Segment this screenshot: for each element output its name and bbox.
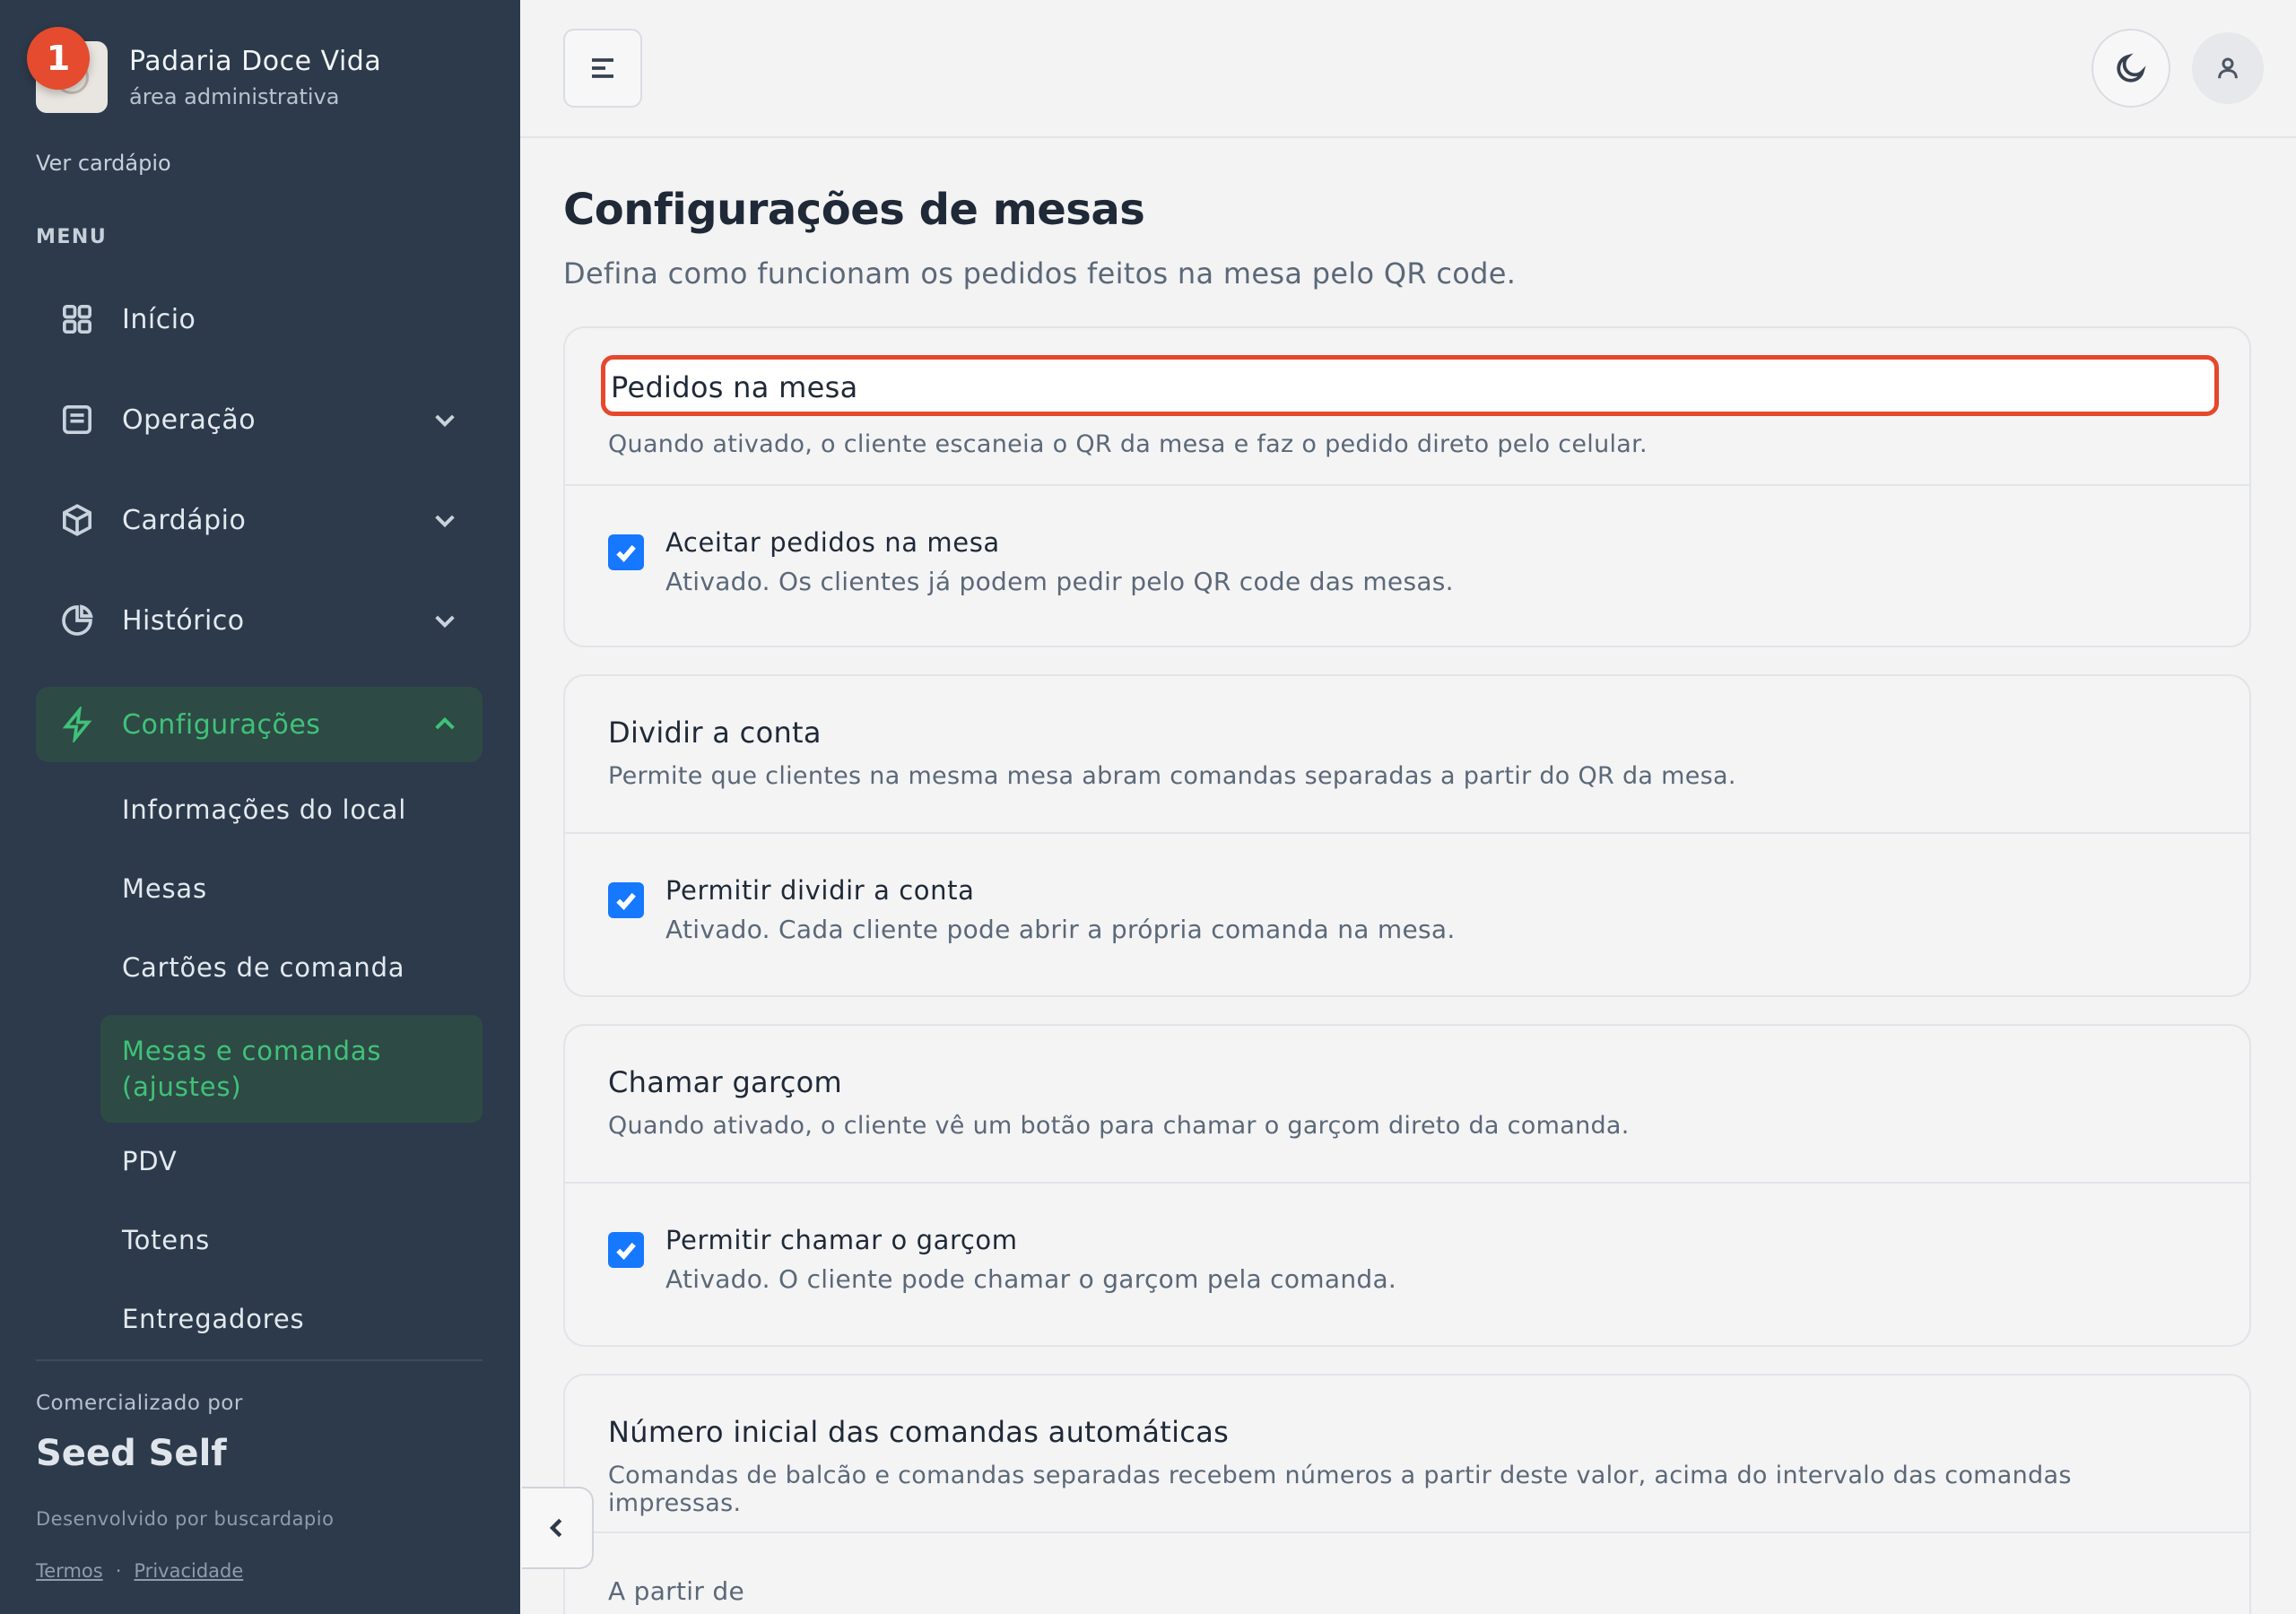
view-menu-link[interactable]: Ver cardápio bbox=[36, 151, 171, 176]
brand-name: Padaria Doce Vida bbox=[129, 45, 382, 77]
option-title: Permitir chamar o garçom bbox=[665, 1225, 1018, 1255]
box-icon bbox=[57, 500, 97, 540]
sidebar-item-configuracoes[interactable]: Configurações bbox=[36, 687, 483, 762]
subnav-totens[interactable]: Totens bbox=[100, 1225, 483, 1255]
developed-by-label: Desenvolvido por buscardapio bbox=[36, 1508, 335, 1530]
card-title: Dividir a conta bbox=[608, 716, 822, 750]
bolt-icon bbox=[57, 705, 97, 744]
subnav-cartoes-comanda[interactable]: Cartões de comanda bbox=[100, 952, 483, 983]
sidebar-item-label: Operação bbox=[122, 404, 257, 436]
menu-icon bbox=[592, 58, 613, 78]
subnav-mesas-comandas-ajustes[interactable]: Mesas e comandas (ajustes) bbox=[100, 1015, 483, 1123]
grid-icon bbox=[57, 299, 97, 339]
user-icon bbox=[2218, 57, 2238, 79]
card-header: Pedidos na mesa Quando ativado, o client… bbox=[565, 328, 2249, 486]
option-description: Ativado. O cliente pode chamar o garçom … bbox=[665, 1264, 1397, 1294]
card-body: Aceitar pedidos na mesa Ativado. Os clie… bbox=[565, 486, 2249, 596]
card-body: A partir de bbox=[565, 1533, 2249, 1606]
card-description: Permite que clientes na mesma mesa abram… bbox=[608, 762, 1736, 790]
card-header: Chamar garçom Quando ativado, o cliente … bbox=[565, 1026, 2249, 1184]
option-description: Ativado. Os clientes já podem pedir pelo… bbox=[665, 567, 1454, 596]
sidebar-item-label: Configurações bbox=[122, 708, 321, 741]
list-icon bbox=[57, 400, 97, 439]
card-description: Comandas de balcão e comandas separadas … bbox=[608, 1462, 2072, 1517]
card-pedidos-mesa: Pedidos na mesa Quando ativado, o client… bbox=[563, 326, 2251, 647]
option-title: Aceitar pedidos na mesa bbox=[665, 527, 1000, 558]
footer-separator: · bbox=[115, 1560, 122, 1582]
split-bill-checkbox[interactable] bbox=[608, 882, 644, 918]
chevron-down-icon bbox=[430, 506, 459, 534]
card-numero-inicial-comandas: Número inicial das comandas automáticas … bbox=[563, 1374, 2251, 1614]
menu-section-label: MENU bbox=[36, 226, 108, 248]
sidebar-item-historico[interactable]: Histórico bbox=[36, 583, 483, 658]
highlighted-title-field[interactable]: Pedidos na mesa bbox=[601, 355, 2219, 416]
card-title: Número inicial das comandas automáticas bbox=[608, 1415, 1230, 1449]
chevron-up-icon bbox=[430, 710, 459, 739]
subnav-entregadores[interactable]: Entregadores bbox=[100, 1304, 483, 1334]
sidebar-item-label: Histórico bbox=[122, 604, 245, 637]
sidebar-item-inicio[interactable]: Início bbox=[36, 282, 483, 357]
accept-orders-checkbox[interactable] bbox=[608, 534, 644, 570]
sidebar-item-operacao[interactable]: Operação bbox=[36, 382, 483, 457]
commercialized-by-label: Comercializado por bbox=[36, 1392, 243, 1415]
theme-toggle-button[interactable] bbox=[2092, 29, 2170, 108]
page-subtitle: Defina como funcionam os pedidos feitos … bbox=[563, 256, 1517, 291]
moon-icon bbox=[2117, 53, 2146, 82]
start-from-label: A partir de bbox=[608, 1576, 744, 1606]
option-title: Permitir dividir a conta bbox=[665, 875, 975, 906]
sidebar-item-label: Cardápio bbox=[122, 504, 247, 536]
call-waiter-checkbox[interactable] bbox=[608, 1232, 644, 1268]
check-icon bbox=[616, 1242, 636, 1261]
card-description: Quando ativado, o cliente escaneia o QR … bbox=[608, 430, 1648, 458]
chevron-left-icon bbox=[549, 1518, 562, 1538]
option-description: Ativado. Cada cliente pode abrir a própr… bbox=[665, 915, 1456, 944]
sidebar-item-label: Início bbox=[122, 303, 196, 335]
footer-links: Termos · Privacidade bbox=[36, 1560, 243, 1582]
terms-link[interactable]: Termos bbox=[36, 1560, 103, 1582]
privacy-link[interactable]: Privacidade bbox=[134, 1560, 243, 1582]
collapse-sidebar-button[interactable] bbox=[522, 1487, 594, 1569]
company-logo-text: Seed Self bbox=[36, 1433, 227, 1474]
card-header: Dividir a conta Permite que clientes na … bbox=[565, 676, 2249, 834]
card-chamar-garcom: Chamar garçom Quando ativado, o cliente … bbox=[563, 1024, 2251, 1347]
topbar bbox=[520, 0, 2296, 138]
check-icon bbox=[616, 892, 636, 911]
pie-chart-icon bbox=[57, 601, 97, 640]
card-body: Permitir dividir a conta Ativado. Cada c… bbox=[565, 834, 2249, 944]
chevron-down-icon bbox=[430, 405, 459, 434]
menu-toggle-button[interactable] bbox=[563, 29, 642, 108]
card-dividir-conta: Dividir a conta Permite que clientes na … bbox=[563, 674, 2251, 997]
page-title: Configurações de mesas bbox=[563, 185, 1145, 235]
subnav-informacoes-local[interactable]: Informações do local bbox=[100, 794, 483, 825]
sidebar: 1 Padaria Doce Vida área administrativa … bbox=[0, 0, 520, 1614]
card-body: Permitir chamar o garçom Ativado. O clie… bbox=[565, 1184, 2249, 1294]
option-row: Permitir chamar o garçom Ativado. O clie… bbox=[608, 1225, 2206, 1294]
user-menu-button[interactable] bbox=[2192, 32, 2264, 104]
option-row: Aceitar pedidos na mesa Ativado. Os clie… bbox=[608, 527, 2206, 596]
card-title: Pedidos na mesa bbox=[611, 370, 858, 404]
check-icon bbox=[616, 544, 636, 563]
card-title: Chamar garçom bbox=[608, 1065, 842, 1099]
sidebar-divider bbox=[36, 1359, 483, 1361]
card-header: Número inicial das comandas automáticas … bbox=[565, 1375, 2249, 1533]
subnav-mesas[interactable]: Mesas bbox=[100, 873, 483, 904]
subnav-pdv[interactable]: PDV bbox=[100, 1146, 483, 1176]
card-description: Quando ativado, o cliente vê um botão pa… bbox=[608, 1112, 1630, 1140]
chevron-down-icon bbox=[430, 606, 459, 635]
brand-subtitle: área administrativa bbox=[129, 83, 340, 109]
notification-badge[interactable]: 1 bbox=[27, 27, 90, 90]
option-row: Permitir dividir a conta Ativado. Cada c… bbox=[608, 875, 2206, 944]
sidebar-item-cardapio[interactable]: Cardápio bbox=[36, 482, 483, 558]
